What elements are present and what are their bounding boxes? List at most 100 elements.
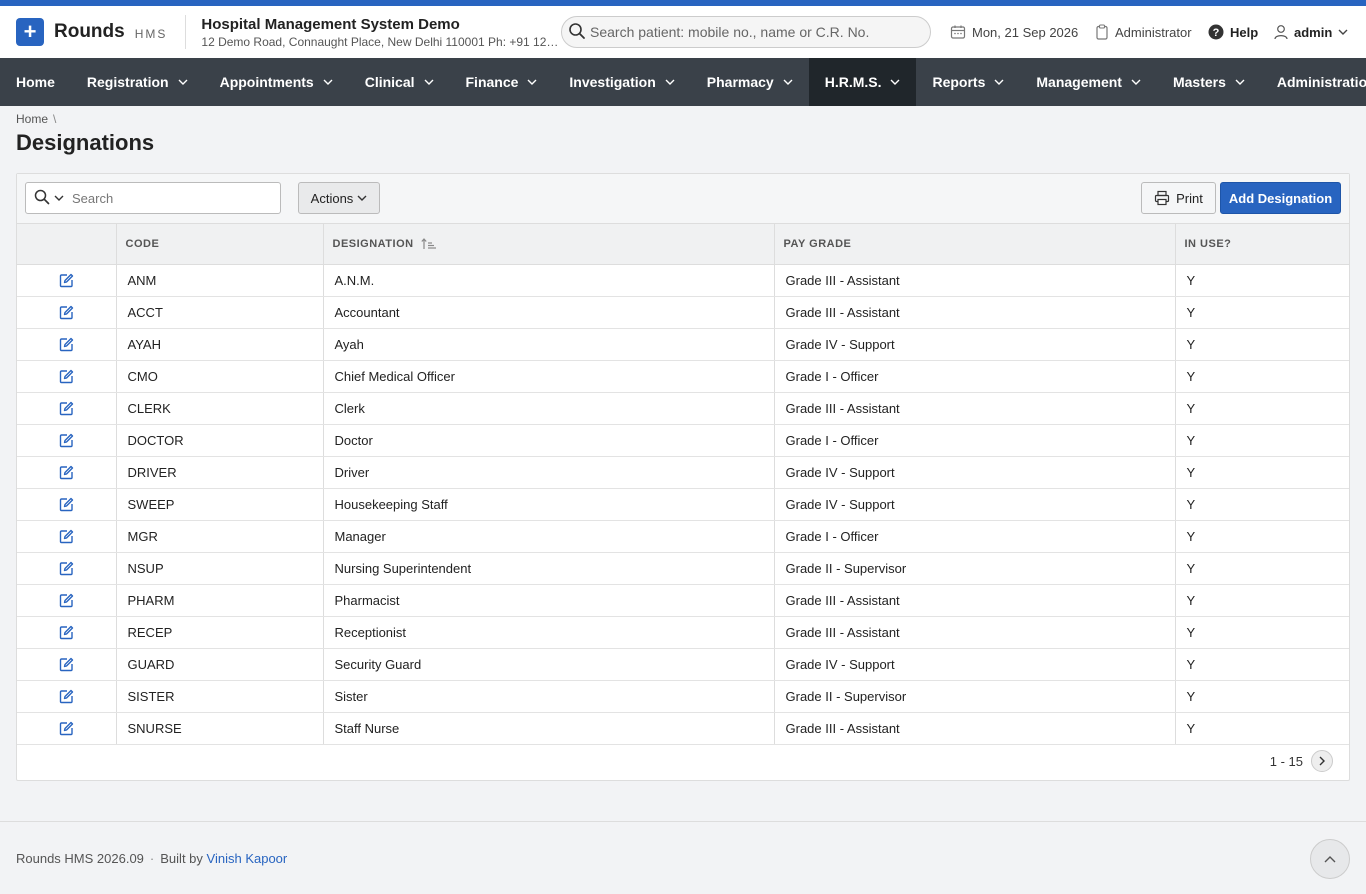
sort-ascending-icon[interactable] <box>421 237 437 250</box>
brand-suffix: HMS <box>134 26 168 41</box>
main-nav: Home Registration Appointments Clinical Fina… <box>0 58 1366 106</box>
cell-code: CMO <box>116 360 324 393</box>
hospital-name: Hospital Management System Demo <box>201 15 460 33</box>
role-selector[interactable]: Administrator <box>1095 6 1192 58</box>
chevron-down-icon <box>1131 79 1141 85</box>
patient-search-box[interactable] <box>561 16 931 48</box>
edit-icon[interactable] <box>59 465 74 480</box>
page-footer: Rounds HMS 2026.09 · Built by Vinish Kapoo… <box>0 821 1366 894</box>
chevron-down-icon <box>1235 79 1245 85</box>
print-button[interactable]: Print <box>1141 182 1216 214</box>
cell-in-use: Y <box>1175 264 1349 297</box>
edit-icon[interactable] <box>59 625 74 640</box>
cell-code: SISTER <box>116 680 324 713</box>
nav-item-pharmacy[interactable]: Pharmacy <box>691 58 809 106</box>
user-icon <box>1274 24 1288 40</box>
nav-item-finance[interactable]: Finance <box>450 58 554 106</box>
breadcrumb-separator: \ <box>53 112 57 126</box>
nav-item-management[interactable]: Management <box>1020 58 1157 106</box>
designations-table: CODE DESIGNATION PAY GRADE IN USE? ANM A.… <box>17 224 1349 745</box>
chevron-down-icon <box>323 79 333 85</box>
actions-dropdown-button[interactable]: Actions <box>298 182 380 214</box>
cell-pay-grade: Grade III - Assistant <box>774 712 1176 745</box>
chevron-down-icon <box>665 79 675 85</box>
cell-pay-grade: Grade IV - Support <box>774 488 1176 521</box>
cell-designation: Sister <box>323 680 775 713</box>
cell-pay-grade: Grade III - Assistant <box>774 584 1176 617</box>
table-row: MGR Manager Grade I - Officer Y <box>17 520 1349 553</box>
edit-icon[interactable] <box>59 657 74 672</box>
edit-cell <box>17 712 117 745</box>
edit-icon[interactable] <box>59 273 74 288</box>
scroll-to-top-button[interactable] <box>1310 839 1350 879</box>
nav-item-clinical[interactable]: Clinical <box>349 58 450 106</box>
nav-item-administration[interactable]: Administration <box>1261 58 1366 106</box>
table-row: ACCT Accountant Grade III - Assistant Y <box>17 296 1349 329</box>
help-link[interactable]: ? Help <box>1208 6 1258 58</box>
footer-separator: · <box>149 851 155 866</box>
table-body: ANM A.N.M. Grade III - Assistant Y ACCT Accou… <box>17 264 1349 745</box>
col-header-code[interactable]: CODE <box>116 224 324 265</box>
footer-author-link[interactable]: Vinish Kapoor <box>207 851 288 866</box>
patient-search-input[interactable] <box>590 24 920 40</box>
edit-cell <box>17 264 117 297</box>
edit-icon[interactable] <box>59 369 74 384</box>
chevron-down-icon[interactable] <box>54 195 64 201</box>
table-row: DOCTOR Doctor Grade I - Officer Y <box>17 424 1349 457</box>
nav-item-masters[interactable]: Masters <box>1157 58 1261 106</box>
col-header-pay-grade[interactable]: PAY GRADE <box>774 224 1176 265</box>
cell-designation: Accountant <box>323 296 775 329</box>
nav-item-appointments[interactable]: Appointments <box>204 58 349 106</box>
user-name: admin <box>1294 24 1333 40</box>
edit-icon[interactable] <box>59 689 74 704</box>
edit-icon[interactable] <box>59 721 74 736</box>
hospital-address: 12 Demo Road, Connaught Place, New Delhi… <box>201 34 560 49</box>
edit-icon[interactable] <box>59 593 74 608</box>
cell-in-use: Y <box>1175 520 1349 553</box>
cell-designation: Clerk <box>323 392 775 425</box>
col-header-designation[interactable]: DESIGNATION <box>323 224 775 265</box>
cell-pay-grade: Grade I - Officer <box>774 360 1176 393</box>
cell-pay-grade: Grade III - Assistant <box>774 264 1176 297</box>
nav-item-label: H.R.M.S. <box>824 74 882 90</box>
nav-item-label: Administration <box>1276 74 1366 90</box>
cell-designation: Ayah <box>323 328 775 361</box>
edit-cell <box>17 488 117 521</box>
table-row: SNURSE Staff Nurse Grade III - Assistant Y <box>17 712 1349 745</box>
edit-cell <box>17 520 117 553</box>
edit-icon[interactable] <box>59 305 74 320</box>
edit-icon[interactable] <box>59 401 74 416</box>
footer-version: Rounds HMS 2026.09 <box>16 851 144 866</box>
table-row: CLERK Clerk Grade III - Assistant Y <box>17 392 1349 425</box>
nav-item-h-r-m-s[interactable]: H.R.M.S. <box>808 58 917 106</box>
nav-item-investigation[interactable]: Investigation <box>553 58 690 106</box>
edit-icon[interactable] <box>59 337 74 352</box>
cell-designation: Driver <box>323 456 775 489</box>
nav-item-home[interactable]: Home <box>0 58 71 106</box>
chevron-down-icon <box>357 195 367 201</box>
edit-icon[interactable] <box>59 529 74 544</box>
col-header-in-use[interactable]: IN USE? <box>1175 224 1349 265</box>
cell-pay-grade: Grade IV - Support <box>774 648 1176 681</box>
plus-icon[interactable]: + <box>16 18 44 46</box>
next-page-button[interactable] <box>1311 750 1333 772</box>
breadcrumb-home[interactable]: Home <box>16 112 48 126</box>
nav-item-reports[interactable]: Reports <box>916 58 1020 106</box>
divider <box>185 15 187 49</box>
cell-code: PHARM <box>116 584 324 617</box>
cell-designation: Security Guard <box>323 648 775 681</box>
brand-name[interactable]: Rounds <box>54 21 125 43</box>
edit-icon[interactable] <box>59 561 74 576</box>
edit-icon[interactable] <box>59 433 74 448</box>
current-date: Mon, 21 Sep 2026 <box>972 24 1079 40</box>
edit-icon[interactable] <box>59 497 74 512</box>
user-menu[interactable]: admin <box>1274 6 1348 58</box>
nav-item-registration[interactable]: Registration <box>71 58 204 106</box>
table-search-box[interactable] <box>25 182 281 214</box>
add-designation-button[interactable]: Add Designation <box>1220 182 1341 214</box>
cell-in-use: Y <box>1175 424 1349 457</box>
cell-pay-grade: Grade I - Officer <box>774 424 1176 457</box>
table-search-input[interactable] <box>72 190 272 206</box>
chevron-down-icon <box>783 79 793 85</box>
svg-text:?: ? <box>1213 27 1220 39</box>
